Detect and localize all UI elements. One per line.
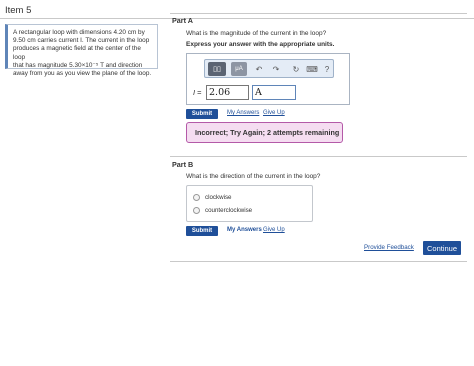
part-b-title: Part B xyxy=(172,160,194,169)
help-icon: ? xyxy=(324,64,330,74)
radio-button[interactable] xyxy=(193,207,200,214)
templates-button[interactable]: ▯▯ xyxy=(208,62,226,76)
redo-icon: ↷ xyxy=(272,64,280,74)
radio-button[interactable] xyxy=(193,194,200,201)
value-input[interactable]: 2.06 xyxy=(206,85,249,100)
problem-line-1: A rectangular loop with dimensions 4.20 … xyxy=(13,29,145,36)
part-a-give-up-link[interactable]: Give Up xyxy=(263,110,285,116)
reset-button[interactable]: ↻ xyxy=(289,62,303,76)
undo-button[interactable]: ↶ xyxy=(252,62,266,76)
part-b-give-up-link[interactable]: Give Up xyxy=(263,227,285,233)
reset-icon: ↻ xyxy=(292,64,300,74)
answer-box: ▯▯ μA ↶ ↷ ↻ ⌨ ? I = 2.06 A xyxy=(186,53,350,105)
part-b-question: What is the direction of the current in … xyxy=(186,173,321,180)
choice-label: counterclockwise xyxy=(205,207,253,214)
choice-clockwise[interactable]: clockwise xyxy=(193,194,231,201)
part-a-question: What is the magnitude of the current in … xyxy=(186,30,327,37)
item-title: Item 5 xyxy=(5,5,32,16)
part-a-instruction: Express your answer with the appropriate… xyxy=(186,41,335,48)
incorrect-feedback: Incorrect; Try Again; 2 attempts remaini… xyxy=(186,122,343,143)
problem-line-5: away from you as you view the plane of t… xyxy=(13,70,152,78)
unit-input[interactable]: A xyxy=(252,85,296,100)
problem-line-2: 9.50 cm carries current I. The current i… xyxy=(13,37,150,45)
part-b-divider xyxy=(170,156,467,157)
part-a-my-answers-link[interactable]: My Answers xyxy=(227,110,259,116)
part-a-submit-button[interactable]: Submit xyxy=(186,109,218,119)
choices-box: clockwise counterclockwise xyxy=(186,185,313,222)
undo-icon: ↶ xyxy=(255,64,263,74)
part-b-submit-button[interactable]: Submit xyxy=(186,226,218,236)
keyboard-button[interactable]: ⌨ xyxy=(306,62,318,76)
math-toolbar: ▯▯ μA ↶ ↷ ↻ ⌨ ? xyxy=(204,59,334,78)
part-a-divider xyxy=(170,13,467,14)
equation-label: I = xyxy=(193,88,202,97)
problem-line-4: that has magnitude 5.30×10⁻⁵ T and direc… xyxy=(13,61,143,69)
help-button[interactable]: ? xyxy=(322,62,332,76)
part-b-my-answers-link[interactable]: My Answers xyxy=(227,227,262,233)
templates-icon: ▯▯ xyxy=(213,66,221,73)
choice-label: clockwise xyxy=(205,194,232,201)
problem-line-3: produces a magnetic field at the center … xyxy=(13,45,141,61)
part-a-title: Part A xyxy=(172,16,193,25)
provide-feedback-link[interactable]: Provide Feedback xyxy=(364,244,414,251)
continue-button[interactable]: Continue xyxy=(423,241,461,255)
keyboard-icon: ⌨ xyxy=(306,64,318,74)
units-icon: μA xyxy=(235,66,243,72)
choice-counterclockwise[interactable]: counterclockwise xyxy=(193,207,252,214)
item-divider xyxy=(0,18,474,19)
problem-statement: A rectangular loop with dimensions 4.20 … xyxy=(5,24,158,77)
units-button[interactable]: μA xyxy=(231,62,247,76)
equation-sign: = xyxy=(195,88,202,97)
footer-divider xyxy=(170,261,467,262)
redo-button[interactable]: ↷ xyxy=(269,62,283,76)
